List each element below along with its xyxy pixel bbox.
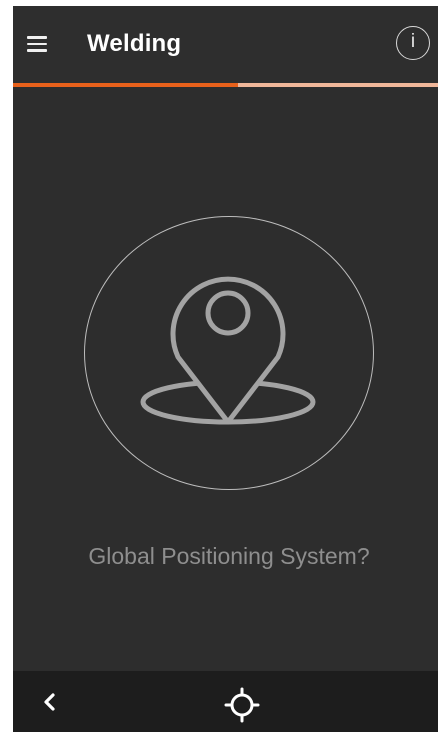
screen: Welding i Global Positioning System?: [13, 6, 438, 732]
page-title: Welding: [87, 30, 182, 57]
gps-question: Global Positioning System?: [88, 543, 370, 569]
app-bar: Welding i: [13, 6, 438, 84]
chevron-left-icon[interactable]: [39, 689, 63, 715]
map-pin-location-icon: [140, 276, 316, 425]
bottom-nav-bar: [13, 671, 438, 732]
crosshair-locate-icon[interactable]: [224, 687, 260, 723]
info-button[interactable]: i: [396, 26, 430, 60]
hamburger-menu-icon[interactable]: [27, 36, 47, 52]
main-content: Global Positioning System?: [13, 87, 438, 671]
